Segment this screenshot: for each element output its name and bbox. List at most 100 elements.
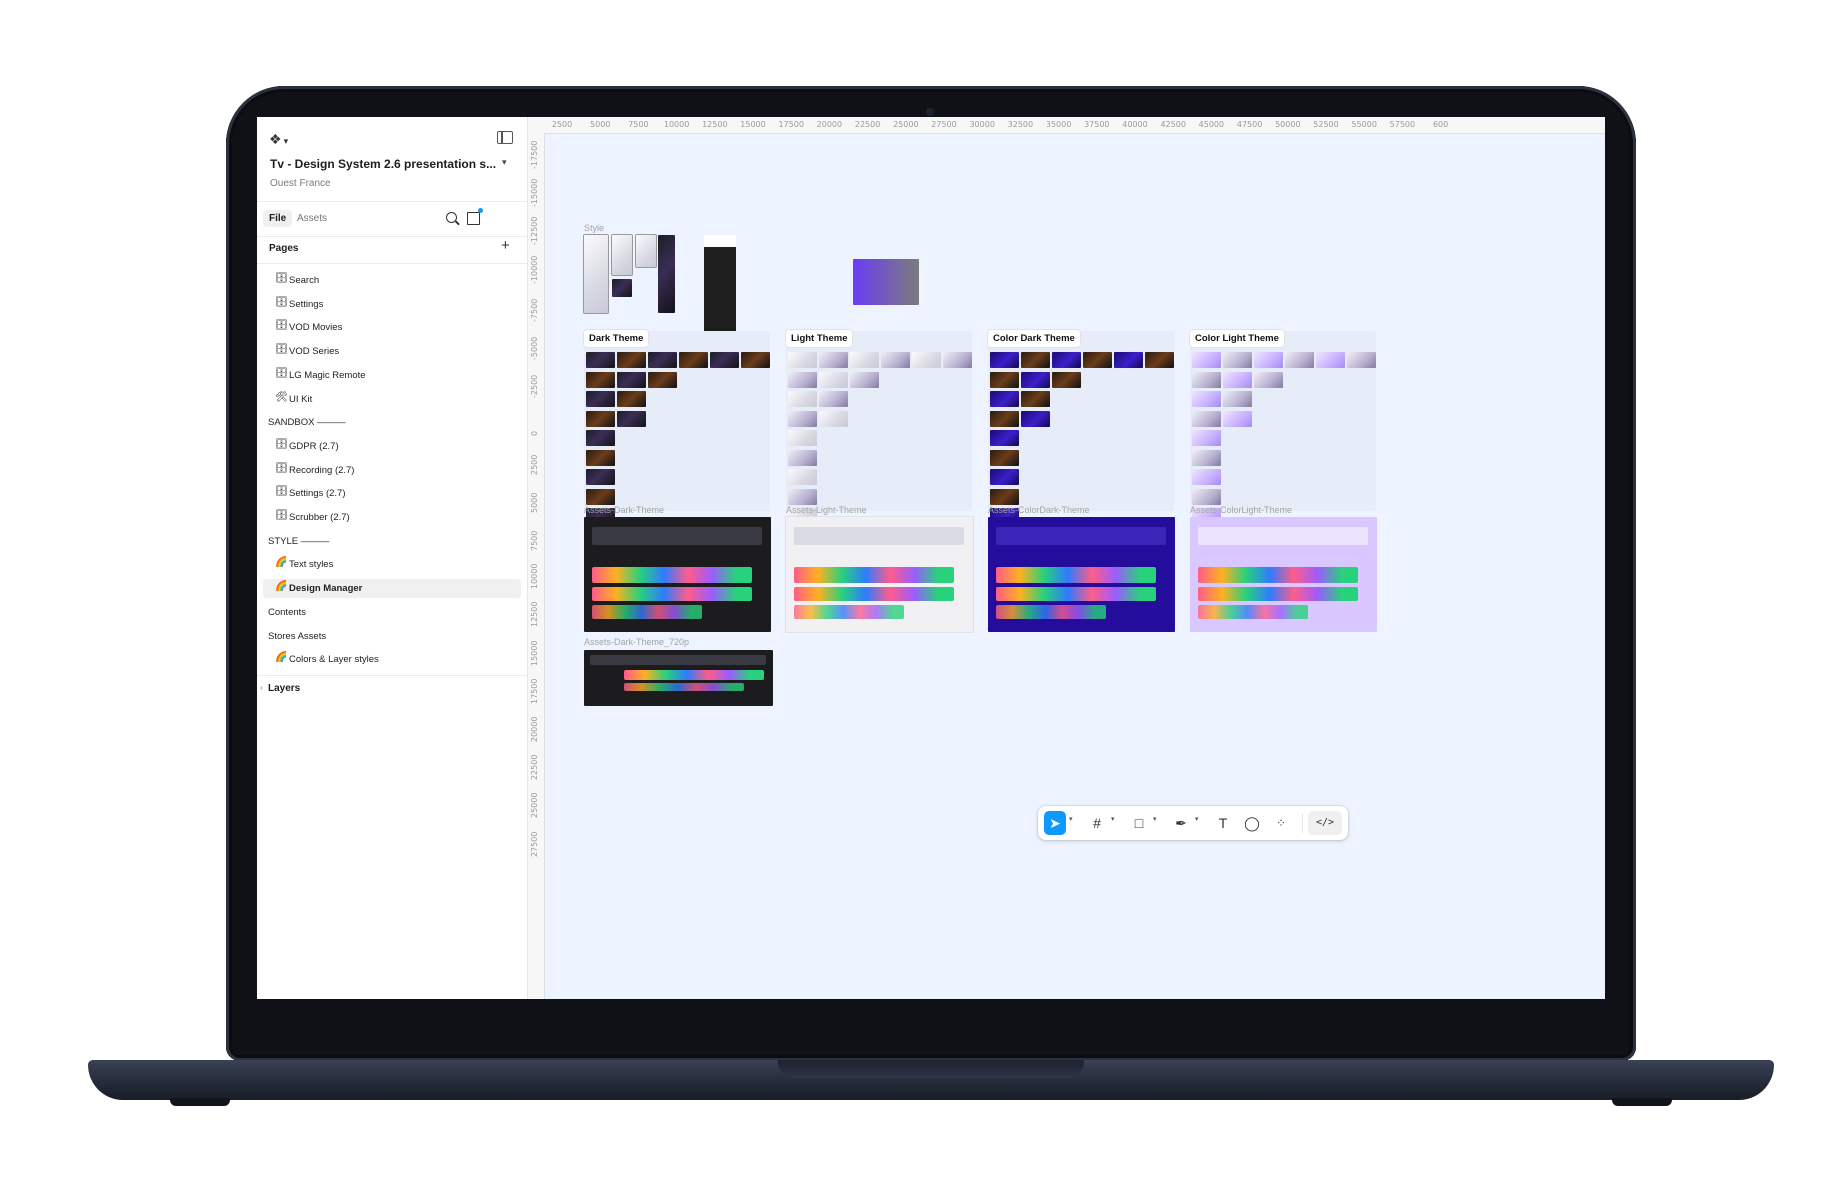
screen-thumbnail[interactable] (943, 352, 972, 368)
screen-thumbnail[interactable] (1223, 391, 1252, 407)
rectangle-tool-icon[interactable]: □ (1128, 811, 1150, 835)
section-light-theme[interactable]: Light Theme (786, 330, 853, 347)
frame-label-assets-colorlight[interactable]: Assets-ColorLight-Theme (1190, 505, 1292, 515)
frame-label-assets-dark[interactable]: Assets-Dark-Theme (584, 505, 664, 515)
screen-thumbnail[interactable] (1021, 352, 1050, 368)
screen-thumbnail[interactable] (1223, 352, 1252, 368)
screen-thumbnail[interactable] (1114, 352, 1143, 368)
screen-thumbnail[interactable] (1052, 352, 1081, 368)
section-dark-theme[interactable]: Dark Theme (584, 330, 649, 347)
screen-thumbnail[interactable] (617, 410, 646, 427)
screen-thumbnail[interactable] (1083, 352, 1112, 368)
canvas[interactable]: 2500 5000 7500 10000 12500 15000 17500 20000 225… (528, 117, 1605, 999)
screen-thumbnail[interactable] (1192, 371, 1221, 388)
tab-file[interactable]: File (263, 210, 293, 227)
screen-thumbnail[interactable] (586, 449, 615, 466)
screen-thumbnail[interactable] (788, 391, 817, 407)
sidebar-page-item[interactable]: 🗄 Scrubber (2.7) (257, 508, 521, 527)
screen-thumbnail[interactable] (881, 352, 910, 368)
screen-thumbnail[interactable] (788, 371, 817, 388)
sidebar-page-item[interactable]: 🗄 Search (257, 271, 521, 290)
screen-thumbnail[interactable] (586, 352, 615, 368)
screen-thumbnail[interactable] (1021, 391, 1050, 407)
library-icon[interactable] (467, 208, 483, 225)
screen-thumbnail[interactable] (586, 391, 615, 407)
screen-thumbnail[interactable] (850, 352, 879, 368)
screen-thumbnail[interactable] (788, 488, 817, 505)
screen-thumbnail[interactable] (1223, 410, 1252, 427)
assets-colordark-board[interactable] (988, 517, 1175, 632)
style-frame-thumb[interactable] (636, 235, 656, 267)
sidebar-page-item[interactable]: 🗄 LG Magic Remote (257, 366, 521, 385)
screen-thumbnail[interactable] (819, 371, 848, 388)
screen-thumbnail[interactable] (617, 371, 646, 388)
screen-thumbnail[interactable] (912, 352, 941, 368)
chevron-down-icon[interactable]: ▾ (1195, 815, 1199, 823)
dev-mode-toggle[interactable]: </> (1308, 811, 1342, 835)
screen-thumbnail[interactable] (990, 449, 1019, 466)
style-frame-thumb[interactable] (704, 235, 736, 333)
main-menu-button[interactable]: ❖ ▾ (269, 131, 288, 148)
toggle-sidebar-icon[interactable] (497, 131, 513, 144)
screen-thumbnail[interactable] (990, 371, 1019, 388)
screen-thumbnail[interactable] (1021, 371, 1050, 388)
screen-thumbnail[interactable] (1192, 430, 1221, 446)
screen-thumbnail[interactable] (648, 371, 677, 388)
screen-thumbnail[interactable] (990, 391, 1019, 407)
screen-thumbnail[interactable] (679, 352, 708, 368)
screen-thumbnail[interactable] (788, 449, 817, 466)
gradient-swatch[interactable] (853, 259, 919, 305)
sidebar-section-style[interactable]: STYLE ——— (268, 536, 329, 547)
screen-thumbnail[interactable] (1285, 352, 1314, 368)
sidebar-page-item[interactable]: 🗄 Settings (257, 295, 521, 314)
search-icon[interactable] (446, 212, 457, 223)
sidebar-page-item[interactable]: 🌈 Text styles (257, 555, 521, 574)
actions-tool-icon[interactable]: ⁘ (1270, 811, 1292, 835)
screen-thumbnail[interactable] (586, 430, 615, 446)
assets-dark-board[interactable] (584, 517, 771, 632)
chevron-down-icon[interactable]: ▾ (1153, 815, 1157, 823)
tab-assets[interactable]: Assets (291, 210, 333, 227)
screen-thumbnail[interactable] (850, 371, 879, 388)
screen-thumbnail[interactable] (648, 352, 677, 368)
style-frame-thumb[interactable] (658, 235, 675, 313)
screen-thumbnail[interactable] (990, 430, 1019, 446)
screen-thumbnail[interactable] (1192, 449, 1221, 466)
screen-thumbnail[interactable] (1052, 371, 1081, 388)
add-page-icon[interactable]: + (501, 237, 510, 254)
sidebar-section-stores[interactable]: Stores Assets (268, 631, 326, 642)
frame-label-style[interactable]: Style (584, 223, 604, 233)
sidebar-page-item[interactable]: 🗄 GDPR (2.7) (257, 437, 521, 456)
sidebar-page-item[interactable]: 🗄 Settings (2.7) (257, 484, 521, 503)
file-title[interactable]: Tv - Design System 2.6 presentation s... (270, 157, 496, 171)
sidebar-page-item[interactable]: 🌈 Design Manager (263, 579, 521, 599)
chevron-down-icon[interactable]: ▾ (1111, 815, 1115, 823)
style-frame-thumb[interactable] (612, 235, 632, 275)
screen-thumbnail[interactable] (741, 352, 770, 368)
frame-label-assets-colordark[interactable]: Assets-ColorDark-Theme (988, 505, 1090, 515)
screen-thumbnail[interactable] (990, 352, 1019, 368)
frame-label-assets-light[interactable]: Assets-Light-Theme (786, 505, 867, 515)
screen-thumbnail[interactable] (1192, 488, 1221, 505)
screen-thumbnail[interactable] (1192, 391, 1221, 407)
screen-thumbnail[interactable] (1021, 410, 1050, 427)
sidebar-page-item[interactable]: 🛠 UI Kit (257, 390, 521, 409)
assets-dark-720p-board[interactable] (584, 650, 773, 706)
screen-thumbnail[interactable] (788, 352, 817, 368)
screen-thumbnail[interactable] (586, 410, 615, 427)
style-frame-thumb[interactable] (584, 235, 608, 313)
sidebar-page-item[interactable]: 🗄 VOD Movies (257, 318, 521, 337)
sidebar-section-contents[interactable]: Contents (268, 607, 306, 618)
screen-thumbnail[interactable] (788, 430, 817, 446)
screen-thumbnail[interactable] (990, 488, 1019, 505)
text-tool-icon[interactable]: T (1212, 811, 1234, 835)
sidebar-page-item[interactable]: 🌈 Colors & Layer styles (257, 650, 521, 669)
screen-thumbnail[interactable] (819, 391, 848, 407)
screen-thumbnail[interactable] (710, 352, 739, 368)
assets-colorlight-board[interactable] (1190, 517, 1377, 632)
screen-thumbnail[interactable] (1254, 371, 1283, 388)
comment-tool-icon[interactable]: ◯ (1241, 811, 1263, 835)
move-tool-icon[interactable]: ➤ (1044, 811, 1066, 835)
screen-thumbnail[interactable] (1145, 352, 1174, 368)
layers-panel-header[interactable]: › Layers (257, 675, 527, 700)
